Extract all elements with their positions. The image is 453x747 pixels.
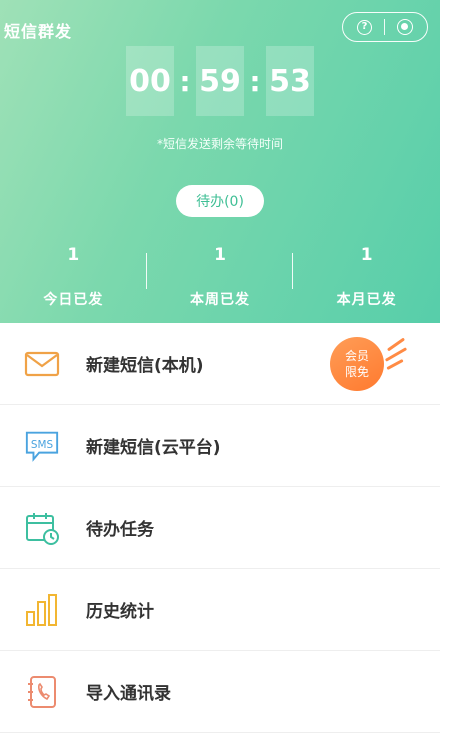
vip-badge-line1: 会员 (344, 349, 369, 363)
menu-item-pending-tasks[interactable]: 待办任务 (0, 487, 440, 569)
stat-month: 1 本月已发 (293, 245, 440, 315)
menu-item-label: 新建短信(云平台) (86, 438, 221, 458)
timer-colon: : (249, 64, 261, 98)
phone-book-icon (24, 674, 60, 710)
vip-free-badge[interactable]: 会员 限免 (330, 337, 408, 391)
countdown-timer: 00 : 59 : 53 (0, 46, 440, 116)
menu-item-label: 历史统计 (86, 602, 154, 622)
stat-week: 1 本周已发 (147, 245, 294, 315)
menu-item-label: 导入通讯录 (86, 684, 171, 704)
timer-note: *短信发送剩余等待时间 (156, 137, 283, 151)
stat-value: 1 (67, 245, 80, 265)
vip-badge-line2: 限免 (344, 365, 369, 379)
help-icon[interactable]: ? (357, 19, 372, 35)
menu-item-import-contacts[interactable]: 导入通讯录 (0, 651, 440, 733)
bar-chart-icon (24, 592, 60, 628)
menu-item-label: 新建短信(本机) (86, 356, 204, 376)
stat-label: 本月已发 (336, 292, 397, 308)
stat-today: 1 今日已发 (0, 245, 147, 315)
timer-colon: : (179, 64, 191, 98)
menu-item-new-sms-cloud[interactable]: SMS 新建短信(云平台) (0, 405, 440, 487)
calendar-clock-icon (24, 510, 60, 546)
stat-value: 1 (214, 245, 226, 265)
capsule-divider (384, 19, 385, 35)
app-title: 短信群发 (4, 22, 73, 41)
timer-minutes: 59 (196, 46, 244, 116)
envelope-icon (24, 346, 60, 382)
menu-item-label: 待办任务 (86, 520, 154, 540)
sms-icon-text: SMS (31, 438, 54, 450)
stat-label: 今日已发 (43, 292, 104, 308)
menu-item-history-stats[interactable]: 历史统计 (0, 569, 440, 651)
send-stats: 1 今日已发 1 本周已发 1 本月已发 (0, 245, 440, 315)
stat-label: 本周已发 (190, 292, 250, 308)
menu-item-new-sms-local[interactable]: 新建短信(本机) 会员 限免 (0, 323, 440, 405)
pending-tasks-button[interactable]: 待办(0) (176, 185, 264, 217)
stat-value: 1 (360, 245, 373, 265)
sms-home-page: 短信群发 ? 00 : 59 : 53 *短信发送剩余等待时间 待办(0) 1 … (0, 0, 440, 747)
badge-streak (386, 358, 404, 371)
summary-header: 短信群发 ? 00 : 59 : 53 *短信发送剩余等待时间 待办(0) 1 … (0, 0, 440, 323)
mini-program-capsule: ? (342, 12, 428, 42)
close-icon[interactable] (397, 19, 413, 35)
sms-bubble-icon: SMS (24, 428, 60, 464)
feature-menu: 新建短信(本机) 会员 限免 SMS 新建短信(云平台) 待办任务 历史统计 导… (0, 323, 440, 733)
timer-seconds: 53 (266, 46, 314, 116)
timer-hours: 00 (126, 46, 174, 116)
